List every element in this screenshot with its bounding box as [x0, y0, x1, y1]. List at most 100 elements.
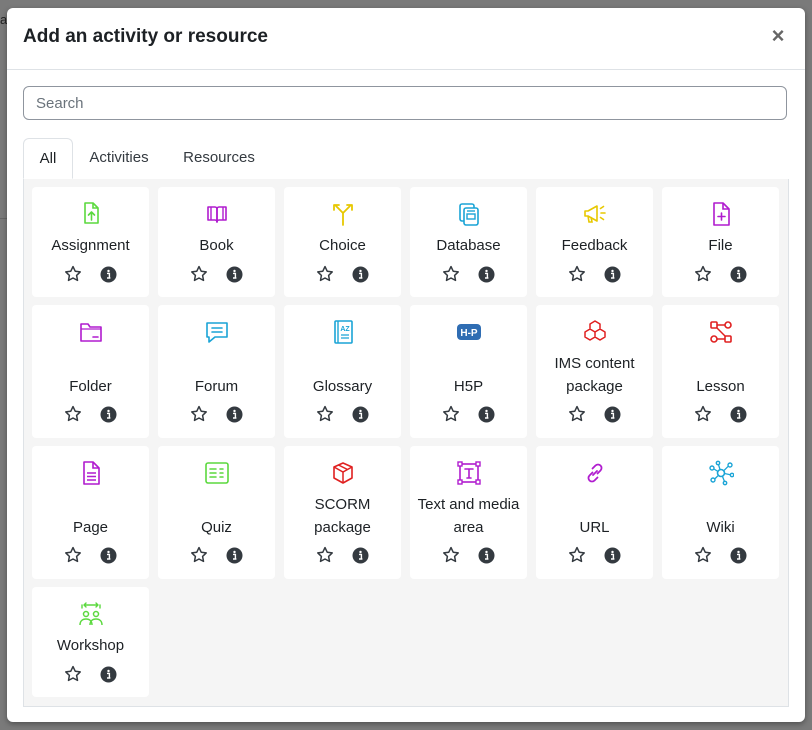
glossary-icon: AZ	[330, 319, 356, 345]
star-icon[interactable]	[316, 405, 334, 423]
book-icon	[204, 201, 230, 227]
tab-activities[interactable]: Activities	[80, 138, 158, 178]
star-icon[interactable]	[442, 265, 460, 283]
activity-grid: Assignment Book Choice Database Feedback File…	[23, 179, 789, 707]
search-input[interactable]	[23, 86, 787, 120]
activity-label: Database	[436, 237, 501, 254]
activity-card-feedback[interactable]: Feedback	[536, 187, 653, 297]
star-icon[interactable]	[694, 546, 712, 564]
info-icon[interactable]	[604, 266, 621, 283]
activity-label: Page	[72, 519, 109, 536]
info-icon[interactable]	[604, 406, 621, 423]
activity-label: IMS content package	[554, 355, 635, 395]
activity-card-ims-content-package[interactable]: IMS content package	[536, 305, 653, 438]
scorm-icon	[330, 460, 356, 486]
info-icon[interactable]	[478, 406, 495, 423]
activity-card-choice[interactable]: Choice	[284, 187, 401, 297]
modal-header: Add an activity or resource ×	[7, 8, 805, 70]
info-icon[interactable]	[100, 547, 117, 564]
activity-card-text-and-media-area[interactable]: Text and media area	[410, 446, 527, 579]
choice-icon	[330, 201, 356, 227]
activity-card-folder[interactable]: Folder	[32, 305, 149, 438]
star-icon[interactable]	[568, 265, 586, 283]
forum-icon	[204, 319, 230, 345]
svg-text:H-P: H-P	[460, 328, 478, 339]
info-icon[interactable]	[730, 406, 747, 423]
activity-card-glossary[interactable]: AZ Glossary	[284, 305, 401, 438]
activity-card-wiki[interactable]: Wiki	[662, 446, 779, 579]
wiki-icon	[708, 460, 734, 486]
tab-all[interactable]: All	[23, 138, 73, 179]
activity-card-url[interactable]: URL	[536, 446, 653, 579]
database-icon	[456, 201, 482, 227]
star-icon[interactable]	[442, 546, 460, 564]
star-icon[interactable]	[190, 546, 208, 564]
star-icon[interactable]	[64, 265, 82, 283]
activity-label: SCORM package	[314, 496, 371, 536]
info-icon[interactable]	[226, 406, 243, 423]
activity-label: Text and media area	[417, 496, 520, 536]
activity-label: URL	[579, 519, 610, 536]
activity-card-h5p[interactable]: H-P H5P	[410, 305, 527, 438]
activity-card-file[interactable]: File	[662, 187, 779, 297]
info-icon[interactable]	[100, 266, 117, 283]
activity-card-scorm-package[interactable]: SCORM package	[284, 446, 401, 579]
feedback-icon	[582, 201, 608, 227]
star-icon[interactable]	[64, 405, 82, 423]
activity-card-assignment[interactable]: Assignment	[32, 187, 149, 297]
info-icon[interactable]	[730, 266, 747, 283]
info-icon[interactable]	[478, 547, 495, 564]
activity-label: Wiki	[706, 519, 735, 536]
info-icon[interactable]	[352, 266, 369, 283]
info-icon[interactable]	[352, 547, 369, 564]
close-icon: ×	[771, 23, 785, 48]
file-icon	[708, 201, 734, 227]
modal-title: Add an activity or resource	[23, 26, 268, 47]
star-icon[interactable]	[442, 405, 460, 423]
activity-card-database[interactable]: Database	[410, 187, 527, 297]
star-icon[interactable]	[190, 265, 208, 283]
chooser-tabs: All Activities Resources	[23, 138, 789, 180]
activity-card-book[interactable]: Book	[158, 187, 275, 297]
info-icon[interactable]	[100, 666, 117, 683]
star-icon[interactable]	[64, 546, 82, 564]
activity-card-forum[interactable]: Forum	[158, 305, 275, 438]
activity-card-quiz[interactable]: Quiz	[158, 446, 275, 579]
info-icon[interactable]	[100, 406, 117, 423]
activity-card-workshop[interactable]: Workshop	[32, 587, 149, 697]
star-icon[interactable]	[64, 665, 82, 683]
star-icon[interactable]	[316, 265, 334, 283]
activity-label: Workshop	[56, 637, 125, 654]
page-icon	[78, 460, 104, 486]
info-icon[interactable]	[478, 266, 495, 283]
activity-chooser-modal: Add an activity or resource × All Activi…	[7, 8, 805, 722]
activity-label: Book	[199, 237, 234, 254]
star-icon[interactable]	[316, 546, 334, 564]
tab-resources[interactable]: Resources	[175, 138, 263, 178]
h5p-icon: H-P	[456, 319, 482, 345]
star-icon[interactable]	[190, 405, 208, 423]
info-icon[interactable]	[226, 266, 243, 283]
star-icon[interactable]	[694, 405, 712, 423]
activity-label: Lesson	[696, 378, 745, 395]
ims-package-icon	[582, 319, 608, 345]
activity-label: Assignment	[51, 237, 130, 254]
lesson-icon	[708, 319, 734, 345]
activity-label: Feedback	[561, 237, 628, 254]
star-icon[interactable]	[694, 265, 712, 283]
info-icon[interactable]	[604, 547, 621, 564]
star-icon[interactable]	[568, 546, 586, 564]
workshop-icon	[78, 601, 104, 627]
activity-label: H5P	[453, 378, 484, 395]
star-icon[interactable]	[568, 405, 586, 423]
activity-label: Quiz	[201, 519, 232, 536]
info-icon[interactable]	[352, 406, 369, 423]
activity-card-page[interactable]: Page	[32, 446, 149, 579]
info-icon[interactable]	[226, 547, 243, 564]
activity-card-lesson[interactable]: Lesson	[662, 305, 779, 438]
info-icon[interactable]	[730, 547, 747, 564]
close-button[interactable]: ×	[769, 23, 787, 48]
activity-label: Choice	[319, 237, 366, 254]
activity-label: File	[708, 237, 733, 254]
assignment-icon	[78, 201, 104, 227]
